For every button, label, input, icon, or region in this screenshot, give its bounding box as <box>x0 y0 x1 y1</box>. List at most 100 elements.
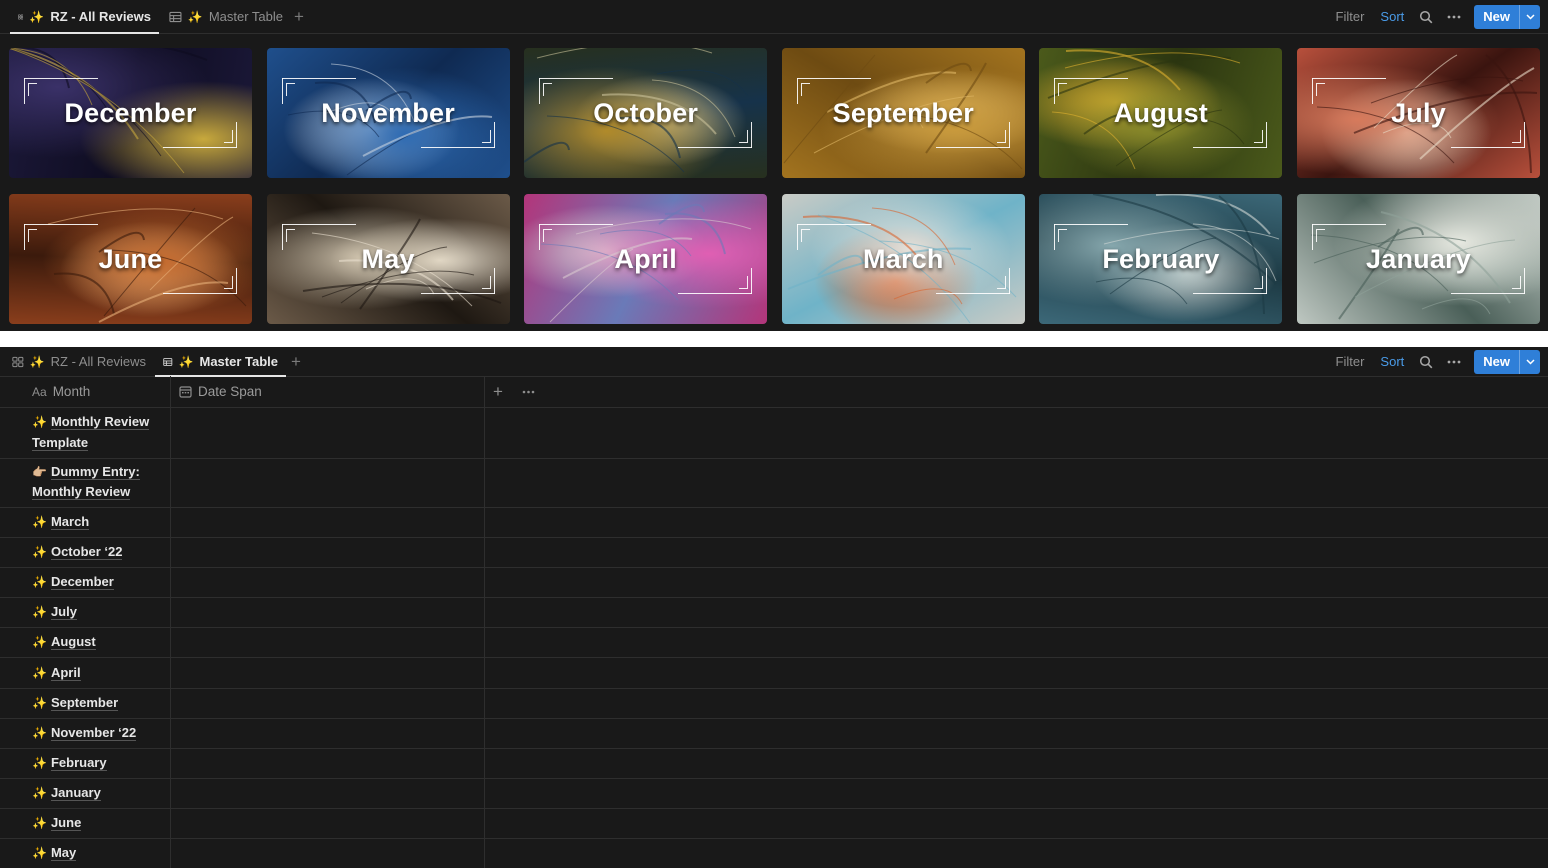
cell-month[interactable]: ✨ January <box>0 777 171 808</box>
gallery-view-pane: ✨ RZ - All Reviews ✨ Master Table + Filt… <box>0 0 1548 331</box>
row-title[interactable]: ✨ February <box>32 753 162 774</box>
cell-month[interactable]: ✨ Monthly Review Template <box>0 408 171 458</box>
gallery-card[interactable]: August <box>1039 48 1283 178</box>
table-row[interactable]: ✨ November ‘22 <box>0 717 1548 749</box>
cell-date-span[interactable] <box>171 457 485 507</box>
cell-date-span[interactable] <box>171 808 485 839</box>
tab-master-table[interactable]: ✨ Master Table <box>155 347 286 377</box>
table-view-pane: ✨ RZ - All Reviews ✨ Master Table + Filt… <box>0 347 1548 868</box>
cell-date-span[interactable] <box>171 507 485 538</box>
row-title[interactable]: ✨ March <box>32 512 162 533</box>
cell-date-span[interactable] <box>171 408 485 458</box>
row-title[interactable]: ✨ August <box>32 632 162 653</box>
cell-month[interactable]: ✨ June <box>0 808 171 839</box>
cell-date-span[interactable] <box>171 597 485 628</box>
gallery-card[interactable]: October <box>524 48 768 178</box>
gallery-card[interactable]: February <box>1039 194 1283 324</box>
gallery-card[interactable]: December <box>9 48 252 178</box>
table-row[interactable]: ✨ Monthly Review Template <box>0 408 1548 459</box>
sort-button[interactable]: Sort <box>1372 354 1412 369</box>
table-row[interactable]: ✨ August <box>0 627 1548 659</box>
table-row[interactable]: ✨ April <box>0 657 1548 689</box>
cell-date-span[interactable] <box>171 537 485 568</box>
row-title[interactable]: ✨ October ‘22 <box>32 542 162 563</box>
sort-button[interactable]: Sort <box>1372 9 1412 24</box>
filter-button[interactable]: Filter <box>1328 354 1373 369</box>
gallery-card[interactable]: April <box>524 194 768 324</box>
sparkles-icon: ✨ <box>32 605 47 620</box>
table-row[interactable]: ✨ May <box>0 838 1548 868</box>
new-button[interactable]: New <box>1474 5 1519 29</box>
gallery-card[interactable]: March <box>781 194 1025 324</box>
gallery-card[interactable]: July <box>1297 48 1540 178</box>
gallery-card[interactable]: May <box>266 194 510 324</box>
sparkles-icon: ✨ <box>187 9 203 24</box>
tab-master-table[interactable]: ✨ Master Table <box>161 0 291 33</box>
cell-month[interactable]: ✨ May <box>0 838 171 868</box>
chevron-down-icon[interactable] <box>1519 4 1540 29</box>
view-tab-bar: ✨ RZ - All Reviews ✨ Master Table + Filt… <box>0 0 1548 34</box>
cell-month[interactable]: ✨ March <box>0 507 171 538</box>
cell-month[interactable]: ✨ February <box>0 747 171 778</box>
row-title[interactable]: ✨ November ‘22 <box>32 723 162 744</box>
table-row[interactable]: ✨ December <box>0 567 1548 599</box>
cell-month[interactable]: ✨ July <box>0 597 171 628</box>
search-icon[interactable] <box>1412 6 1440 28</box>
more-options-icon[interactable] <box>1440 6 1468 28</box>
cell-month[interactable]: ✨ November ‘22 <box>0 717 171 748</box>
chevron-down-icon[interactable] <box>1519 349 1540 374</box>
row-title[interactable]: ✨ May <box>32 843 162 864</box>
row-title[interactable]: ✨ June <box>32 813 162 834</box>
row-title[interactable]: ✨ July <box>32 602 162 623</box>
search-icon[interactable] <box>1412 351 1440 373</box>
cell-date-span[interactable] <box>171 747 485 778</box>
cell-date-span[interactable] <box>171 657 485 688</box>
tab-rz-all-reviews[interactable]: ✨ RZ - All Reviews <box>10 0 159 34</box>
cell-month[interactable]: ✨ October ‘22 <box>0 537 171 568</box>
new-button[interactable]: New <box>1474 350 1519 374</box>
column-header-month[interactable]: Aa Month <box>0 376 171 407</box>
cell-month[interactable]: ✨ September <box>0 687 171 718</box>
gallery-card[interactable]: January <box>1297 194 1540 324</box>
row-title[interactable]: ✨ September <box>32 693 162 714</box>
gallery-card[interactable]: September <box>781 48 1025 178</box>
table-row[interactable]: ✨ February <box>0 747 1548 779</box>
sparkles-icon: ✨ <box>32 755 47 770</box>
row-title[interactable]: ✨ Monthly Review Template <box>32 412 162 452</box>
card-title: May <box>361 243 415 274</box>
add-view-button[interactable]: + <box>294 0 304 33</box>
gallery-card[interactable]: November <box>266 48 510 178</box>
tab-rz-all-reviews[interactable]: ✨ RZ - All Reviews <box>4 347 154 376</box>
add-view-button[interactable]: + <box>291 347 301 376</box>
more-options-icon[interactable] <box>522 376 535 407</box>
add-property-button[interactable]: + <box>493 376 503 407</box>
cell-date-span[interactable] <box>171 687 485 718</box>
row-title-text: September <box>50 694 119 711</box>
filter-button[interactable]: Filter <box>1328 9 1373 24</box>
row-title[interactable]: 👉🏼 Dummy Entry: Monthly Review <box>32 462 162 502</box>
table-row[interactable]: ✨ March <box>0 507 1548 539</box>
more-options-icon[interactable] <box>1440 351 1468 373</box>
cell-date-span[interactable] <box>171 777 485 808</box>
table-row[interactable]: ✨ September <box>0 687 1548 719</box>
column-header-date-span[interactable]: Date Span <box>171 376 485 407</box>
cell-month[interactable]: ✨ April <box>0 657 171 688</box>
cell-date-span[interactable] <box>171 567 485 598</box>
cell-date-span[interactable] <box>171 627 485 658</box>
table-row[interactable]: ✨ October ‘22 <box>0 537 1548 569</box>
table-row[interactable]: ✨ July <box>0 597 1548 629</box>
row-title[interactable]: ✨ January <box>32 783 162 804</box>
new-button-group: New <box>1474 349 1540 374</box>
cell-month[interactable]: 👉🏼 Dummy Entry: Monthly Review <box>0 457 171 507</box>
table-row[interactable]: ✨ January <box>0 777 1548 809</box>
gallery-card[interactable]: June <box>9 194 252 324</box>
cell-month[interactable]: ✨ December <box>0 567 171 598</box>
cell-empty <box>485 838 1548 868</box>
cell-month[interactable]: ✨ August <box>0 627 171 658</box>
cell-date-span[interactable] <box>171 717 485 748</box>
cell-date-span[interactable] <box>171 838 485 868</box>
table-row[interactable]: 👉🏼 Dummy Entry: Monthly Review <box>0 457 1548 508</box>
row-title[interactable]: ✨ April <box>32 663 162 684</box>
row-title[interactable]: ✨ December <box>32 572 162 593</box>
table-row[interactable]: ✨ June <box>0 808 1548 840</box>
